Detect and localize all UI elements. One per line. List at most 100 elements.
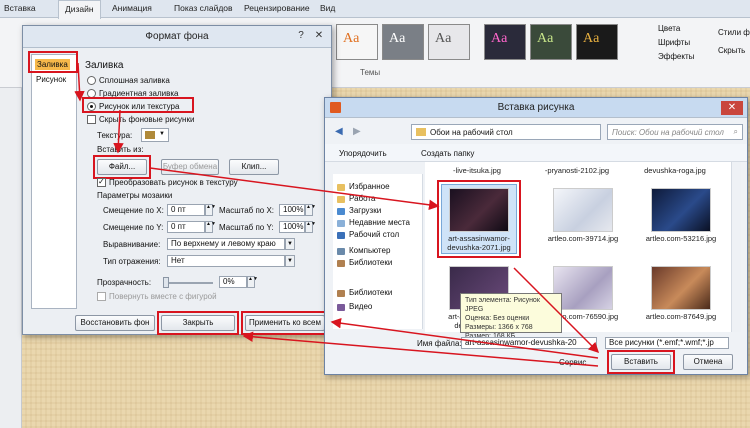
apply-to-all-button[interactable]: Применить ко всем (245, 315, 325, 331)
offset-x-input[interactable]: 0 пт (167, 204, 205, 216)
tab-animation[interactable]: Анимация (112, 3, 152, 13)
new-folder-button[interactable]: Создать папку (421, 149, 474, 158)
scale-x-spinner[interactable]: ▲▼ (305, 204, 316, 216)
scale-y-input[interactable]: 100% (279, 221, 305, 233)
slider-thumb[interactable] (163, 277, 169, 288)
image-thumbnail[interactable] (449, 188, 509, 232)
close-button[interactable]: Закрыть (161, 315, 235, 331)
tile-checkbox[interactable] (97, 177, 106, 187)
tile-params-label: Параметры мозаики (97, 191, 173, 200)
hide-bg-check[interactable]: Скрыть (718, 46, 745, 55)
nav-video[interactable]: Видео (349, 302, 372, 311)
align-select[interactable]: По верхнему и левому краю (167, 238, 285, 250)
image-thumbnail[interactable] (553, 266, 613, 310)
theme-thumb[interactable]: Aa (530, 24, 572, 60)
library-icon (337, 260, 345, 267)
transparency-spinner[interactable]: ▲▼ (247, 276, 258, 288)
colors-button[interactable]: Цвета (658, 24, 680, 33)
scale-x-label: Масштаб по X: (219, 206, 275, 215)
nav-work[interactable]: Работа (349, 194, 375, 203)
bg-styles-button[interactable]: Стили ф (718, 28, 750, 37)
clipboard-button[interactable]: Буфер обмена (161, 159, 219, 175)
file-name[interactable]: art-assasinwamor-devushka-2071.jpg (441, 234, 517, 252)
themes-group-label: Темы (360, 68, 381, 77)
effects-button[interactable]: Эффекты (658, 52, 694, 61)
close-icon[interactable]: ✕ (311, 29, 327, 43)
sidebar-item-fill[interactable]: Заливка (35, 59, 70, 70)
file-name[interactable]: artleo.com-53216.jpg (643, 234, 719, 243)
scale-x-input[interactable]: 100% (279, 204, 305, 216)
mirror-label: Тип отражения: (103, 257, 161, 266)
forward-arrow-icon[interactable]: ▶ (353, 126, 361, 137)
scrollbar[interactable] (731, 162, 741, 332)
dialog-footer: Имя файла: art-assasinwamor-devushka-20 … (333, 336, 741, 374)
offset-y-input[interactable]: 0 пт (167, 221, 205, 233)
solid-fill-label: Сплошная заливка (99, 76, 170, 85)
tab-slideshow[interactable]: Показ слайдов (174, 3, 233, 13)
cancel-button[interactable]: Отмена (683, 354, 733, 370)
file-name[interactable]: artleo.com-39714.jpg (545, 234, 621, 243)
file-name[interactable]: artleo.com-87649.jpg (643, 312, 719, 321)
scale-y-label: Масштаб по Y: (219, 223, 274, 232)
tab-insert[interactable]: Вставка (4, 3, 36, 13)
gradient-fill-radio[interactable] (87, 89, 96, 98)
downloads-icon (337, 208, 345, 215)
back-arrow-icon[interactable]: ◀ (335, 126, 343, 137)
theme-thumb[interactable]: Aa (576, 24, 618, 60)
offset-y-spinner[interactable]: ▲▼ (205, 221, 216, 233)
tab-design[interactable]: Дизайн (58, 0, 101, 19)
image-thumbnail[interactable] (651, 188, 711, 232)
format-background-dialog: Формат фона ? ✕ Заливка Рисунок Заливка … (22, 25, 332, 335)
file-type-select[interactable]: Все рисунки (*.emf;*.wmf;*.jp (605, 337, 729, 349)
scale-y-spinner[interactable]: ▲▼ (305, 221, 316, 233)
filename-label: Имя файла: (417, 339, 462, 348)
nav-downloads[interactable]: Загрузки (349, 206, 381, 215)
slides-pane (0, 88, 22, 428)
filename-input[interactable]: art-assasinwamor-devushka-20 (461, 337, 597, 349)
theme-thumb[interactable]: Aa (336, 24, 378, 60)
gradient-fill-label: Градиентная заливка (99, 89, 179, 98)
chevron-down-icon[interactable]: ▼ (285, 238, 295, 250)
tools-menu[interactable]: Сервис (559, 358, 586, 367)
clip-button[interactable]: Клип... (229, 159, 279, 175)
help-icon[interactable]: ? (293, 29, 309, 43)
chevron-down-icon[interactable]: ▼ (285, 255, 295, 267)
texture-picker[interactable]: ▼ (141, 128, 169, 142)
organize-menu[interactable]: Упорядочить (339, 149, 387, 158)
nav-favorites[interactable]: Избранное (349, 182, 390, 191)
file-name[interactable]: -live-itsuka.jpg (439, 166, 515, 175)
image-thumbnail[interactable] (553, 188, 613, 232)
nav-computer[interactable]: Компьютер (349, 246, 390, 255)
insert-button[interactable]: Вставить (611, 354, 671, 370)
transparency-input[interactable]: 0% (219, 276, 247, 288)
nav-libraries-2[interactable]: Библиотеки (349, 288, 392, 297)
tab-review[interactable]: Рецензирование (244, 3, 310, 13)
theme-thumb[interactable]: Aa (428, 24, 470, 60)
offset-x-spinner[interactable]: ▲▼ (205, 204, 216, 216)
mirror-select[interactable]: Нет (167, 255, 285, 267)
theme-thumb[interactable]: Aa (382, 24, 424, 60)
sidebar-item-picture[interactable]: Рисунок (36, 75, 66, 84)
nav-libraries[interactable]: Библиотеки (349, 258, 392, 267)
rotate-checkbox[interactable] (97, 292, 106, 301)
image-thumbnail[interactable] (651, 266, 711, 310)
texture-swatch-icon (145, 131, 155, 139)
file-name[interactable]: devushka-roga.jpg (637, 166, 713, 175)
solid-fill-radio[interactable] (87, 76, 96, 85)
close-icon[interactable]: ✕ (721, 101, 743, 115)
nav-desktop[interactable]: Рабочий стол (349, 230, 399, 239)
ribbon-tabs: Вставка Дизайн Анимация Показ слайдов Ре… (0, 0, 750, 19)
star-icon (337, 184, 345, 191)
address-bar[interactable]: Обои на рабочий стол (411, 124, 601, 140)
theme-thumb[interactable]: Aa (484, 24, 526, 60)
search-input[interactable]: Поиск: Обои на рабочий стол ⌕ (607, 124, 743, 140)
transparency-slider[interactable] (163, 282, 213, 284)
fonts-button[interactable]: Шрифты (658, 38, 690, 47)
file-name[interactable]: -pryanosti-2102.jpg (539, 166, 615, 175)
hide-bg-checkbox[interactable] (87, 115, 96, 124)
reset-background-button[interactable]: Восстановить фон (75, 315, 155, 331)
file-button[interactable]: Файл... (97, 159, 147, 175)
nav-recent[interactable]: Недавние места (349, 218, 410, 227)
picture-fill-radio[interactable] (87, 102, 96, 111)
tab-view[interactable]: Вид (320, 3, 335, 13)
